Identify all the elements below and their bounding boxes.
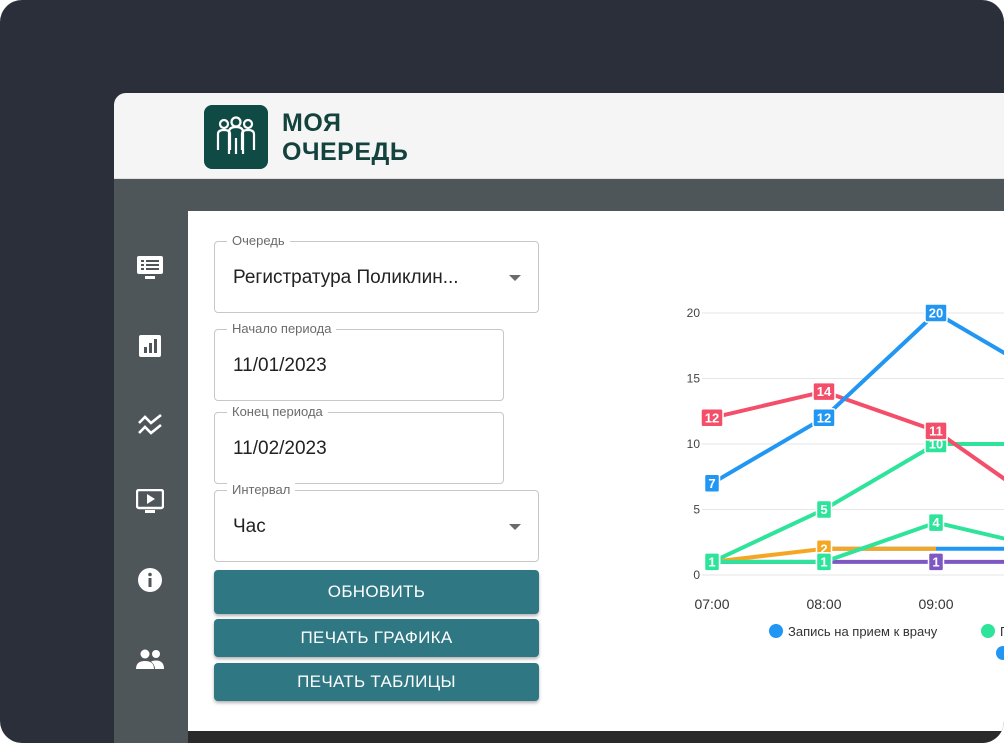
legend-label[interactable]: П [1000, 624, 1004, 639]
x-tick-label: 07:00 [694, 596, 729, 612]
y-tick-label: 10 [687, 437, 701, 451]
top-bar: МОЯ ОЧЕРЕДЬ [114, 93, 1004, 179]
line-chart: 05101520 11112114151012141171220 07:0008… [687, 303, 1004, 660]
sidebar [114, 179, 186, 743]
end-date-label: Конец периода [227, 404, 328, 420]
monitor-list-icon[interactable] [135, 253, 165, 283]
data-label: 12 [817, 410, 831, 425]
start-date-field[interactable]: Начало периода 11/01/2023 [214, 321, 504, 401]
y-tick-label: 5 [693, 503, 700, 517]
series-line [711, 442, 1004, 564]
print-chart-button[interactable]: ПЕЧАТЬ ГРАФИКА [214, 619, 539, 657]
data-label: 1 [820, 554, 827, 569]
queue-label: Очередь [227, 233, 290, 249]
window-frame: МОЯ ОЧЕРЕДЬ Очередь Регистратура Поликли… [0, 0, 1004, 743]
data-label: 1 [932, 554, 939, 569]
play-screen-icon[interactable] [135, 487, 165, 517]
interval-select[interactable]: Интервал Час [214, 482, 539, 562]
queue-value: Регистратура Поликлин... [233, 267, 459, 288]
people-icon[interactable] [135, 644, 165, 674]
bar-chart-icon[interactable] [135, 331, 165, 361]
legend-marker [769, 624, 783, 638]
x-tick-label: 09:00 [918, 596, 953, 612]
queue-select[interactable]: Очередь Регистратура Поликлин... [214, 233, 539, 313]
y-tick-label: 20 [687, 306, 701, 320]
interval-label: Интервал [227, 482, 296, 498]
interval-dropdown-caret-icon[interactable] [509, 524, 521, 530]
trend-lines-icon[interactable] [135, 410, 165, 440]
data-label: 12 [705, 410, 719, 425]
y-tick-label: 15 [687, 372, 701, 386]
legend-marker [996, 646, 1004, 660]
end-date-value: 11/02/2023 [233, 438, 327, 459]
data-label: 11 [929, 423, 943, 438]
logo-text: МОЯ ОЧЕРЕДЬ [282, 109, 408, 167]
print-table-button[interactable]: ПЕЧАТЬ ТАБЛИЦЫ [214, 663, 539, 701]
data-label: 20 [929, 306, 943, 321]
y-tick-label: 0 [693, 568, 700, 582]
start-date-value: 11/01/2023 [233, 355, 327, 376]
data-label: 1 [708, 554, 715, 569]
info-icon[interactable] [135, 565, 165, 595]
end-date-field[interactable]: Конец периода 11/02/2023 [214, 404, 504, 484]
data-label: 7 [708, 476, 715, 491]
queue-dropdown-caret-icon[interactable] [509, 275, 521, 281]
logo-icon [204, 105, 268, 169]
logo-line-2: ОЧЕРЕДЬ [282, 138, 409, 166]
legend-marker [981, 624, 995, 638]
series-line [710, 311, 1004, 486]
data-label: 5 [820, 502, 827, 517]
legend-label[interactable]: Запись на прием к врачу [788, 624, 938, 639]
start-date-label: Начало периода [227, 321, 337, 337]
data-label: 4 [932, 515, 940, 530]
data-label: 14 [817, 384, 832, 399]
bottom-strip [188, 731, 1004, 743]
refresh-button[interactable]: ОБНОВИТЬ [214, 570, 539, 614]
logo-line-1: МОЯ [282, 109, 342, 137]
interval-value: Час [233, 516, 266, 537]
x-tick-label: 08:00 [806, 596, 841, 612]
